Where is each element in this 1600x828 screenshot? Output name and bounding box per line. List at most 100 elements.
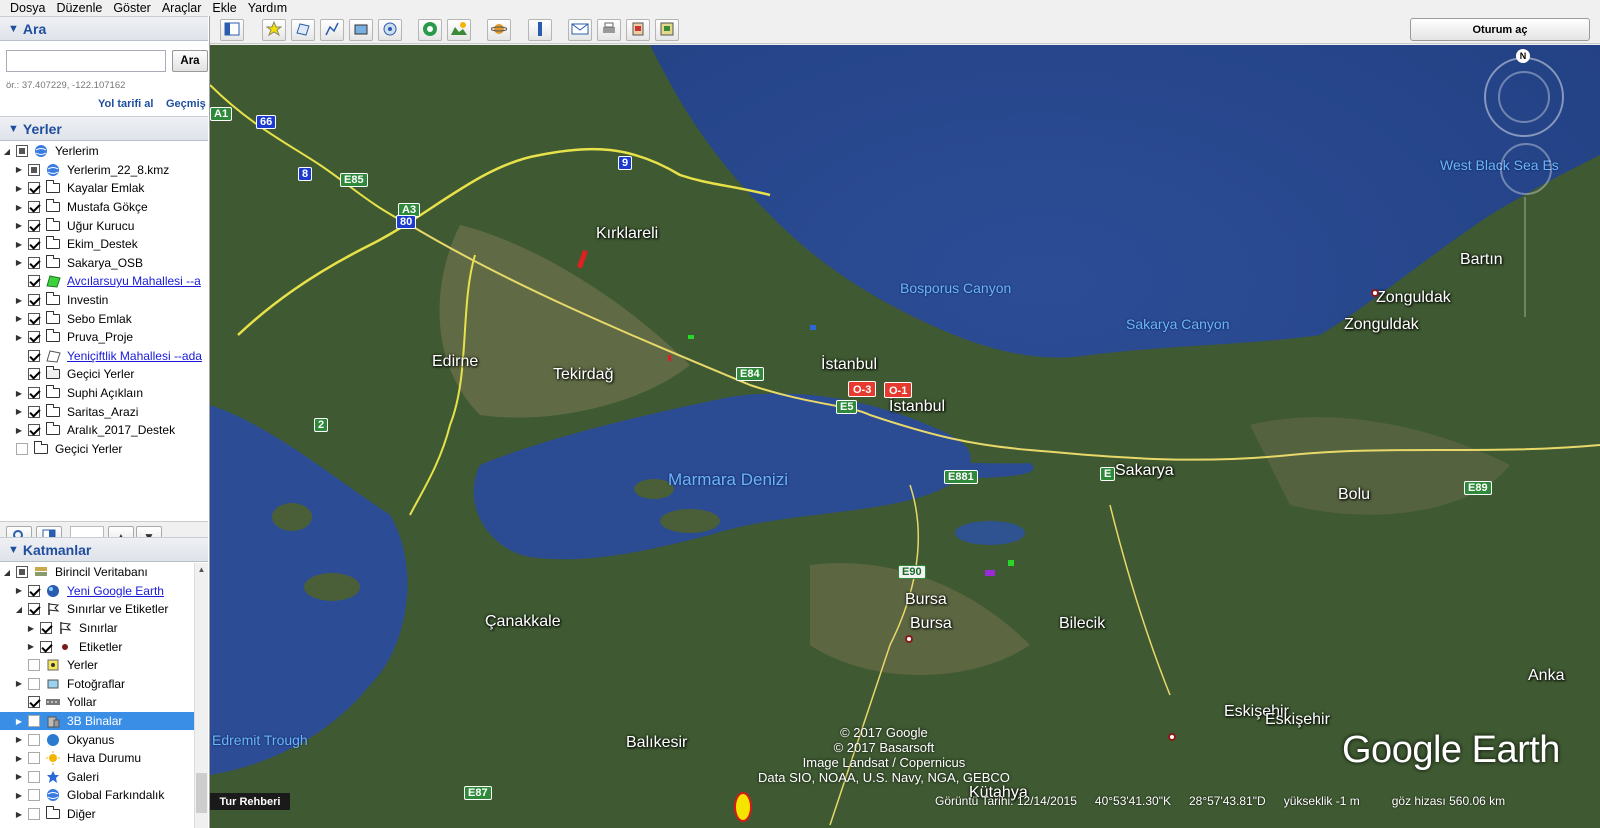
visibility-checkbox[interactable] <box>28 696 40 709</box>
visibility-checkbox[interactable] <box>28 312 40 325</box>
visibility-checkbox[interactable] <box>28 163 40 176</box>
historical-imagery-button[interactable] <box>418 19 442 41</box>
places-item[interactable]: Geçici Yerler <box>0 365 208 384</box>
city-label[interactable]: Sakarya <box>1115 462 1174 480</box>
city-label[interactable]: Bursa <box>905 591 947 609</box>
places-item[interactable]: ▶ Aralık_2017_Destek <box>0 421 208 440</box>
places-item[interactable]: ▶ Suphi Açıklaın <box>0 384 208 403</box>
visibility-checkbox[interactable] <box>28 677 40 690</box>
city-label[interactable]: Bolu <box>1338 486 1370 504</box>
visibility-checkbox[interactable] <box>28 349 40 362</box>
layers-item[interactable]: ▶ Sınırlar <box>0 619 194 638</box>
visibility-checkbox[interactable] <box>28 368 40 381</box>
expand-arrow-icon[interactable]: ▶ <box>14 333 24 342</box>
city-label[interactable]: Anka <box>1528 667 1564 685</box>
visibility-checkbox[interactable] <box>28 201 40 214</box>
view-in-maps-button[interactable] <box>655 19 679 41</box>
expand-arrow-icon[interactable]: ▶ <box>14 165 24 174</box>
places-item[interactable]: ▶ Sakarya_OSB <box>0 254 208 273</box>
places-item[interactable]: ▶ Uğur Kurucu <box>0 216 208 235</box>
menu-tools[interactable]: Araçlar <box>156 1 207 15</box>
city-label[interactable]: Bilecik <box>1059 615 1105 633</box>
places-panel-header[interactable]: ▼ Yerler <box>0 116 208 141</box>
menu-add[interactable]: Ekle <box>206 1 241 15</box>
history-link[interactable]: Geçmiş <box>166 98 206 110</box>
expand-arrow-icon[interactable]: ▶ <box>14 791 24 800</box>
expand-arrow-icon[interactable]: ▶ <box>14 735 24 744</box>
visibility-checkbox[interactable] <box>16 566 28 579</box>
sunlight-button[interactable] <box>447 19 471 41</box>
layers-item[interactable]: ▶ 3B Binalar <box>0 711 194 731</box>
city-label[interactable]: Balıkesir <box>626 734 687 752</box>
visibility-checkbox[interactable] <box>16 442 28 455</box>
expand-arrow-icon[interactable]: ▶ <box>14 772 24 781</box>
image-overlay-button[interactable] <box>349 19 373 41</box>
expand-arrow-icon[interactable]: ▶ <box>14 258 24 267</box>
menu-help[interactable]: Yardım <box>242 1 292 15</box>
visibility-checkbox[interactable] <box>28 789 40 802</box>
layers-item[interactable]: ◢ Birincil Veritabanı <box>0 563 194 582</box>
expand-arrow-icon[interactable]: ▶ <box>14 314 24 323</box>
layers-item[interactable]: ▶ Diğer <box>0 805 194 824</box>
collapse-arrow-icon[interactable]: ◢ <box>2 147 12 156</box>
expand-arrow-icon[interactable]: ▶ <box>14 679 24 688</box>
places-item[interactable]: Geçici Yerler <box>0 440 208 459</box>
city-label[interactable]: Bursa <box>910 615 952 633</box>
path-button[interactable] <box>320 19 344 41</box>
city-label[interactable]: Zonguldak <box>1344 316 1419 334</box>
visibility-checkbox[interactable] <box>16 145 28 158</box>
visibility-checkbox[interactable] <box>40 622 52 635</box>
expand-arrow-icon[interactable]: ▶ <box>14 203 24 212</box>
layers-item[interactable]: ▶ Etiketler <box>0 637 194 656</box>
city-label[interactable]: Kırklareli <box>596 225 658 243</box>
visibility-checkbox[interactable] <box>28 331 40 344</box>
look-joystick[interactable] <box>1498 71 1550 123</box>
visibility-checkbox[interactable] <box>28 715 40 728</box>
layers-item[interactable]: ▶ Galeri <box>0 768 194 787</box>
menu-file[interactable]: Dosya <box>0 1 50 15</box>
print-button[interactable] <box>597 19 621 41</box>
scroll-up-arrow-icon[interactable]: ▲ <box>195 563 208 577</box>
placemark-button[interactable] <box>262 19 286 41</box>
places-item[interactable]: Yeniçiftlik Mahallesi --ada <box>0 347 208 366</box>
places-item-label[interactable]: Yeniçiftlik Mahallesi --ada <box>67 349 202 363</box>
layers-item[interactable]: Yerler <box>0 656 194 675</box>
north-indicator[interactable]: N <box>1516 49 1530 63</box>
layers-scrollbar[interactable]: ▲ <box>194 563 208 828</box>
expand-arrow-icon[interactable]: ▶ <box>14 586 24 595</box>
layers-item[interactable]: Yollar <box>0 693 194 712</box>
directions-link[interactable]: Yol tarifi al <box>98 98 153 110</box>
visibility-checkbox[interactable] <box>28 182 40 195</box>
layers-item[interactable]: ▶ Okyanus <box>0 730 194 749</box>
visibility-checkbox[interactable] <box>40 640 52 653</box>
expand-arrow-icon[interactable]: ▶ <box>26 642 36 651</box>
visibility-checkbox[interactable] <box>28 219 40 232</box>
expand-arrow-icon[interactable]: ▶ <box>14 426 24 435</box>
layers-item[interactable]: ▶ Hava Durumu <box>0 749 194 768</box>
expand-arrow-icon[interactable]: ▶ <box>14 407 24 416</box>
places-item-label[interactable]: Avcılarsuyu Mahallesi --a <box>67 274 201 288</box>
visibility-checkbox[interactable] <box>28 387 40 400</box>
layers-item[interactable]: ▶ Global Farkındalık <box>0 786 194 805</box>
places-item[interactable]: ◢ Yerlerim <box>0 142 208 161</box>
city-label[interactable]: Bartın <box>1460 251 1503 269</box>
expand-arrow-icon[interactable]: ▶ <box>14 221 24 230</box>
visibility-checkbox[interactable] <box>28 733 40 746</box>
visibility-checkbox[interactable] <box>28 424 40 437</box>
planet-button[interactable] <box>487 19 511 41</box>
search-panel-header[interactable]: ▼ Ara <box>0 16 208 41</box>
places-item[interactable]: ▶ Saritas_Arazi <box>0 402 208 421</box>
city-label[interactable]: Çanakkale <box>485 613 561 631</box>
search-button[interactable]: Ara <box>172 50 208 72</box>
expand-arrow-icon[interactable]: ▶ <box>26 624 36 633</box>
places-item[interactable]: ▶ Mustafa Gökçe <box>0 198 208 217</box>
ruler-button[interactable] <box>528 19 552 41</box>
record-tour-button[interactable] <box>378 19 402 41</box>
collapse-arrow-icon[interactable]: ◢ <box>2 568 12 577</box>
visibility-checkbox[interactable] <box>28 238 40 251</box>
city-label[interactable]: Zonguldak <box>1376 289 1451 307</box>
expand-arrow-icon[interactable]: ▶ <box>14 296 24 305</box>
visibility-checkbox[interactable] <box>28 752 40 765</box>
city-label[interactable]: İstanbul <box>821 356 877 374</box>
city-label[interactable]: Eskişehir <box>1265 711 1330 729</box>
